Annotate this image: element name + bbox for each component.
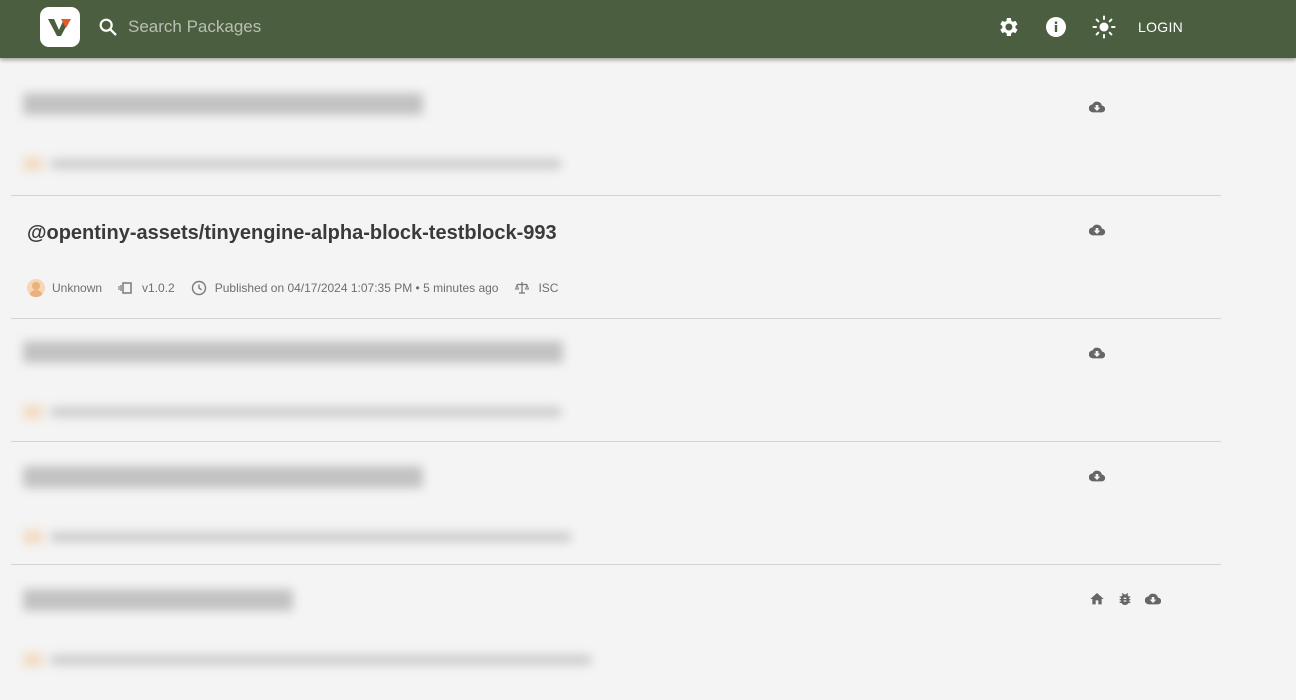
package-published: Published on 04/17/2024 1:07:35 PM • 5 m… <box>214 281 499 295</box>
author-avatar <box>27 279 45 297</box>
package-actions <box>1089 468 1105 484</box>
download-icon[interactable] <box>1089 468 1105 484</box>
package-list: @opentiny-assets/tinyengine-alpha-block-… <box>11 73 1221 688</box>
package-meta: Unknown v1.0.2 Published on 04/17/2024 1… <box>27 278 558 298</box>
search-icon <box>99 18 117 36</box>
license-icon <box>515 282 530 294</box>
logo-icon <box>48 19 71 36</box>
package-item-blurred[interactable] <box>11 442 1221 565</box>
package-item-blurred[interactable] <box>11 73 1221 196</box>
package-name[interactable]: @opentiny-assets/tinyengine-alpha-block-… <box>27 222 557 245</box>
clock-icon <box>191 280 206 296</box>
package-actions <box>1089 99 1105 115</box>
app-header: LOGIN <box>0 0 1296 58</box>
settings-icon[interactable] <box>996 15 1020 39</box>
login-button[interactable]: LOGIN <box>1138 19 1183 35</box>
download-icon[interactable] <box>1089 99 1105 115</box>
download-icon[interactable] <box>1145 591 1161 607</box>
download-icon[interactable] <box>1089 222 1105 238</box>
package-actions <box>1089 222 1105 238</box>
package-item-blurred[interactable] <box>11 319 1221 442</box>
info-icon[interactable] <box>1044 15 1068 39</box>
bug-icon[interactable] <box>1117 591 1133 607</box>
package-item-blurred[interactable] <box>11 565 1221 688</box>
search-input[interactable] <box>128 14 488 40</box>
version-icon <box>118 282 132 294</box>
package-item[interactable]: @opentiny-assets/tinyengine-alpha-block-… <box>11 196 1221 319</box>
package-actions <box>1089 345 1105 361</box>
package-author: Unknown <box>52 281 103 295</box>
brightness-icon[interactable] <box>1092 15 1116 39</box>
package-license: ISC <box>538 281 559 295</box>
package-actions <box>1089 591 1161 607</box>
package-version: v1.0.2 <box>142 281 175 295</box>
home-icon[interactable] <box>1089 591 1105 607</box>
app-logo[interactable] <box>40 7 80 47</box>
download-icon[interactable] <box>1089 345 1105 361</box>
